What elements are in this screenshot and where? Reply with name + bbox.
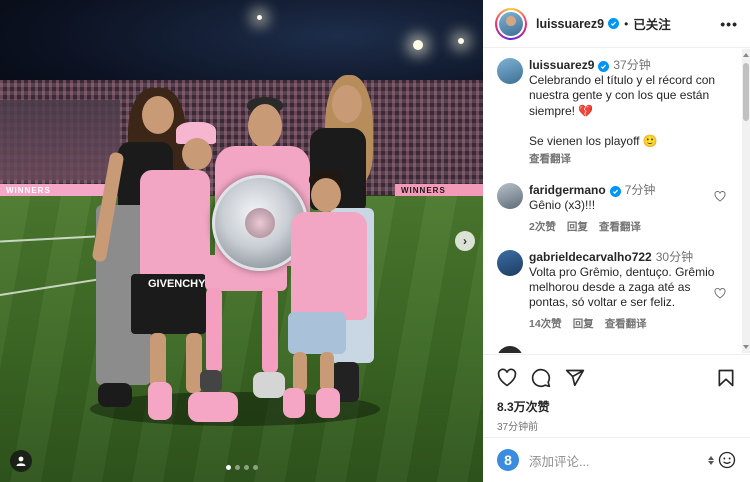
author-username[interactable]: luissuarez9 [536, 17, 604, 31]
comment: gabrieldecarvalho722 30分钟 Volta pro Grêmi… [483, 249, 750, 332]
comments-scrollbar[interactable] [742, 49, 750, 353]
carousel-dot [253, 465, 258, 470]
share-send-icon[interactable] [565, 368, 585, 388]
caption-text: Celebrando el título y el récord con nue… [529, 73, 716, 118]
comment-text: Volta pro Grêmio, dentuço. Grêmio melhor… [529, 265, 715, 310]
comment-username[interactable]: faridgermano [529, 183, 606, 197]
verified-badge-icon [598, 61, 610, 72]
verified-badge-icon [608, 18, 620, 29]
avatar[interactable] [497, 249, 523, 276]
avatar[interactable] [497, 183, 523, 210]
separator-dot: • [624, 16, 629, 31]
emoji-smile-icon[interactable] [718, 451, 736, 469]
like-comment-heart-icon[interactable] [714, 191, 726, 202]
post-time: 37分钟前 [497, 422, 539, 433]
post-side-panel: luissuarez9 • 已关注 ••• luissuarez9 37分钟 Ce… [483, 0, 750, 482]
more-options-button[interactable]: ••• [720, 16, 738, 32]
caption: luissuarez9 37分钟 Celebrando el título y e… [483, 58, 750, 167]
carousel-dots [226, 465, 258, 470]
comment: faridgermano 7分钟 Gênio (x3)!!! 2次赞 回复 查看翻… [483, 183, 750, 235]
avatar[interactable] [497, 345, 523, 353]
see-translation-link[interactable]: 查看翻译 [529, 152, 571, 167]
caption-username[interactable]: luissuarez9 [529, 58, 594, 72]
comment-username[interactable]: gabrieldecarvalho722 [529, 250, 652, 264]
comment-likes-count[interactable]: 14次赞 [529, 317, 562, 332]
story-ring[interactable] [495, 7, 527, 40]
post-photo[interactable]: WINNERS WINNERS GIVENCHY › [0, 0, 483, 482]
verified-badge-icon [609, 186, 621, 198]
user-icon [16, 456, 26, 466]
like-heart-icon[interactable] [497, 368, 517, 388]
likes-count[interactable]: 8.3万次赞 [497, 398, 736, 415]
reply-button[interactable]: 回复 [567, 220, 588, 235]
comment-bubble-icon[interactable] [531, 368, 551, 388]
tagged-users-button[interactable] [10, 450, 32, 472]
next-photo-button[interactable]: › [455, 231, 475, 251]
stadium-light [458, 38, 464, 44]
avatar[interactable] [497, 58, 523, 84]
stadium-light [257, 15, 262, 20]
comment-time: 30分钟 [655, 249, 694, 264]
avatar[interactable]: 8 [497, 449, 519, 471]
stadium-light [413, 40, 423, 50]
follow-status-button[interactable]: 已关注 [633, 14, 671, 33]
comment-partial [483, 345, 750, 353]
scroll-up-arrow-icon[interactable] [743, 53, 749, 57]
comment-time: 7分钟 [624, 183, 656, 198]
save-bookmark-icon[interactable] [716, 368, 736, 388]
caption-text: Se vienen los playoff 🙂 [529, 133, 658, 148]
scroll-down-arrow-icon[interactable] [743, 345, 749, 349]
reply-button[interactable]: 回复 [573, 317, 594, 332]
post-actions: 8.3万次赞 37分钟前 [483, 354, 750, 433]
see-translation-link[interactable]: 查看翻译 [605, 317, 647, 332]
add-comment-bar: 8 添加评论... [483, 437, 750, 482]
comment-text: Gênio (x3)!!! [529, 198, 596, 213]
comments-list[interactable]: luissuarez9 37分钟 Celebrando el título y e… [483, 49, 750, 353]
carousel-dot [235, 465, 240, 470]
comment-likes-count[interactable]: 2次赞 [529, 220, 556, 235]
stadium-stands [0, 100, 120, 180]
see-translation-link[interactable]: 查看翻译 [599, 220, 641, 235]
comment-input[interactable]: 添加评论... [529, 451, 589, 470]
avatar [499, 11, 523, 36]
carousel-dot [226, 465, 231, 470]
spinner-arrows-icon[interactable] [708, 455, 714, 465]
post-header: luissuarez9 • 已关注 ••• [483, 0, 750, 48]
like-comment-heart-icon[interactable] [714, 287, 726, 299]
carousel-dot [244, 465, 249, 470]
caption-time: 37分钟 [613, 58, 651, 72]
scrollbar-thumb[interactable] [743, 63, 749, 121]
